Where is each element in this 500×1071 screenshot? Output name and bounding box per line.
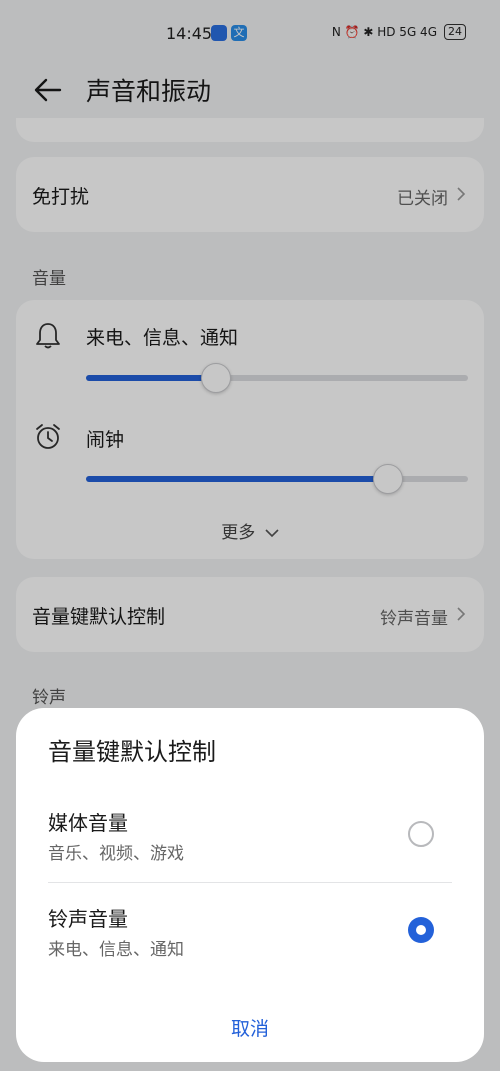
option-subtitle: 来电、信息、通知 <box>48 940 184 960</box>
divider <box>48 882 452 883</box>
volume-key-sheet: 音量键默认控制 媒体音量 音乐、视频、游戏 铃声音量 来电、信息、通知 取消 <box>16 708 484 1062</box>
radio-ring-volume[interactable] <box>408 917 434 943</box>
option-title: 媒体音量 <box>48 811 128 835</box>
sheet-title: 音量键默认控制 <box>48 738 216 766</box>
radio-media-volume[interactable] <box>408 821 434 847</box>
option-subtitle: 音乐、视频、游戏 <box>48 844 184 864</box>
cancel-button[interactable]: 取消 <box>16 1014 484 1041</box>
option-title: 铃声音量 <box>48 907 128 931</box>
